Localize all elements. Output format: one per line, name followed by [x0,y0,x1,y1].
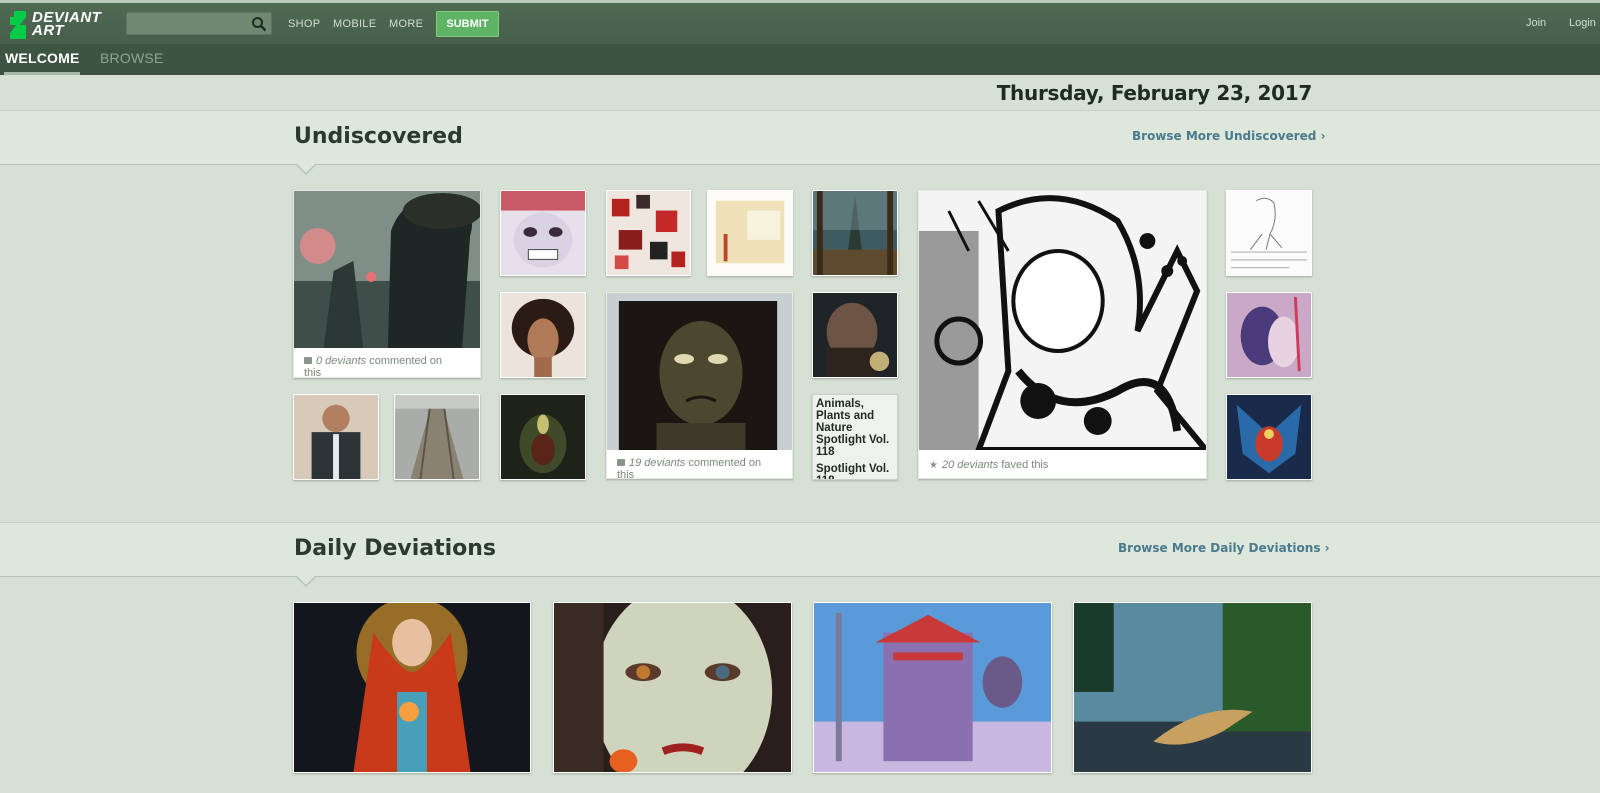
login-link[interactable]: Login [1569,17,1596,29]
deviantart-logo[interactable]: DEVIANT ART [6,9,106,41]
join-link[interactable]: Join [1526,17,1546,29]
browse-more-undiscovered-link[interactable]: Browse More Undiscovered › [1132,129,1326,143]
sub-navigation: WELCOME BROWSE [0,44,1600,75]
deviation-thumbnail[interactable] [500,292,586,378]
comment-icon [304,357,312,364]
nav-more-link[interactable]: MORE [389,18,423,30]
deviation-card[interactable]: ★ 20 deviants faved this [918,190,1207,479]
deviation-thumbnail[interactable] [294,191,480,348]
submit-button[interactable]: SUBMIT [436,11,499,37]
deviation-thumbnail[interactable] [394,394,480,480]
star-icon: ★ [929,460,938,471]
deviation-thumbnail[interactable] [606,190,691,276]
page-date: Thursday, February 23, 2017 [996,81,1313,105]
deviation-thumbnail[interactable] [812,292,898,378]
comment-icon [617,459,625,466]
daily-deviations-header-band [0,522,1600,577]
caption-overflow: this [304,367,322,378]
deviation-thumbnail[interactable] [919,191,1206,450]
undiscovered-header-band [0,110,1600,165]
nav-shop-link[interactable]: SHOP [288,18,320,30]
deviation-caption: 0 deviants commented on [304,355,442,367]
deviation-thumbnail[interactable] [293,394,379,480]
undiscovered-title: Undiscovered [294,124,463,149]
daily-deviation-thumbnail[interactable] [1073,602,1312,773]
search-input[interactable] [126,12,272,35]
deviation-card[interactable]: 19 deviants commented on this [606,292,793,479]
daily-deviations-title: Daily Deviations [294,536,497,561]
chevron-right-icon: › [1320,129,1326,143]
text-deviation-title: Animals, Plants and Nature Spotlight Vol… [816,398,890,458]
tab-browse[interactable]: BROWSE [100,50,163,66]
top-navigation-bar: DEVIANT ART SHOP MOBILE MORE SUBMIT Join… [0,0,1600,44]
text-deviation-excerpt: Spotlight Vol. 118 [816,463,890,479]
deviation-thumbnail[interactable] [1226,394,1312,480]
deviation-thumbnail[interactable] [707,190,793,276]
deviation-thumbnail[interactable] [1226,190,1312,276]
browse-more-daily-deviations-link[interactable]: Browse More Daily Deviations › [1118,541,1330,555]
text-deviation-card[interactable]: Animals, Plants and Nature Spotlight Vol… [812,394,898,480]
daily-deviation-thumbnail[interactable] [813,602,1052,773]
browse-more-undiscovered-label: Browse More Undiscovered [1132,129,1317,143]
deviation-card[interactable]: 0 deviants commented on this [293,190,481,378]
daily-deviation-thumbnail[interactable] [553,602,792,773]
deviation-thumbnail[interactable] [1226,292,1312,378]
deviation-caption: 19 deviants commented on [617,457,761,469]
chevron-right-icon: › [1324,541,1330,555]
tab-welcome[interactable]: WELCOME [5,50,80,66]
deviation-thumbnail[interactable] [500,190,586,276]
caption-overflow: this [617,469,635,479]
deviation-thumbnail[interactable] [812,190,898,276]
section-notch-fill [297,576,315,585]
active-tab-indicator [4,72,80,75]
logo-wordmark: DEVIANT ART [32,9,102,39]
logo-icon [10,11,26,39]
deviation-caption: ★ 20 deviants faved this [929,459,1049,471]
deviation-thumbnail[interactable] [500,394,586,480]
search-icon[interactable] [251,16,267,32]
daily-deviation-thumbnail[interactable] [293,602,531,773]
browse-more-daily-label: Browse More Daily Deviations [1118,541,1321,555]
section-notch-fill [297,164,315,173]
nav-mobile-link[interactable]: MOBILE [333,18,376,30]
deviation-thumbnail[interactable] [607,293,792,450]
